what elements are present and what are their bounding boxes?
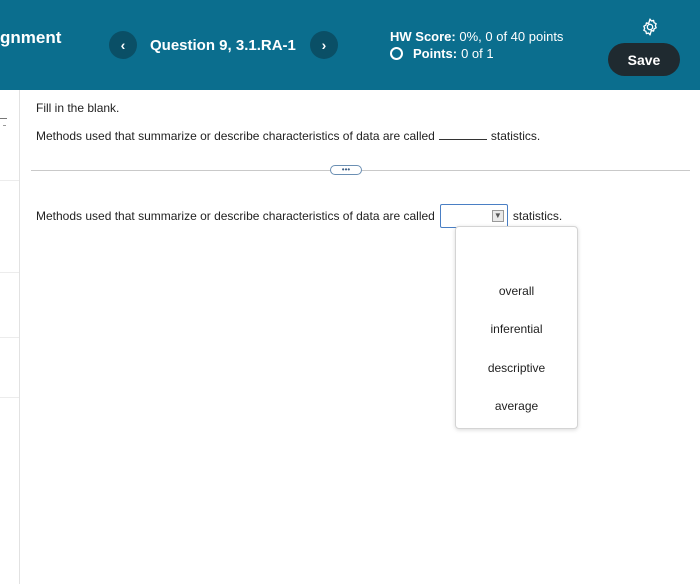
chevron-right-icon: ›	[321, 37, 327, 53]
rail-divider	[0, 272, 19, 273]
question-text-after: statistics.	[490, 129, 541, 143]
expand-more-button[interactable]: •••	[330, 165, 362, 175]
instruction-text: Fill in the blank.	[36, 101, 120, 115]
question-label: Question 9, 3.1.RA-1	[150, 37, 296, 54]
save-button[interactable]: Save	[608, 43, 680, 76]
previous-question-button[interactable]: ‹	[109, 31, 137, 59]
left-rail	[19, 90, 20, 584]
rail-divider	[0, 397, 19, 398]
top-bar: gnment ‹ Question 9, 3.1.RA-1 › HW Score…	[0, 0, 700, 90]
assignment-title: gnment	[0, 28, 62, 47]
points-label: Points:	[413, 46, 458, 61]
dropdown-option-overall[interactable]: overall	[456, 284, 577, 298]
gear-icon[interactable]	[640, 17, 660, 37]
collapse-handle-icon-part	[3, 125, 6, 126]
hw-score: HW Score: 0%, 0 of 40 points	[390, 29, 563, 44]
answer-text-before: Methods used that summarize or describe …	[36, 209, 435, 223]
dropdown-option-inferential[interactable]: inferential	[456, 322, 577, 336]
hw-score-label: HW Score:	[390, 29, 456, 44]
next-question-button[interactable]: ›	[310, 31, 338, 59]
dropdown-option-descriptive[interactable]: descriptive	[456, 361, 577, 375]
answer-text-after: statistics.	[512, 209, 563, 223]
points-circle-icon	[390, 47, 403, 60]
dropdown-menu: overall inferential descriptive average	[455, 226, 578, 429]
blank-line	[438, 129, 487, 140]
dropdown-option-average[interactable]: average	[456, 399, 577, 413]
answer-dropdown-select[interactable]: ▼	[439, 204, 508, 228]
chevron-left-icon: ‹	[120, 37, 126, 53]
rail-divider	[0, 180, 19, 181]
dropdown-arrow-icon: ▼	[491, 210, 504, 222]
hw-score-value: 0%, 0 of 40 points	[459, 29, 564, 44]
question-text: Methods used that summarize or describe …	[36, 129, 540, 143]
question-text-before: Methods used that summarize or describe …	[36, 129, 435, 143]
rail-divider	[0, 337, 19, 338]
answer-row: Methods used that summarize or describe …	[36, 204, 562, 228]
points: Points: 0 of 1	[390, 46, 494, 61]
points-value: 0 of 1	[461, 46, 494, 61]
collapse-handle-icon[interactable]	[0, 118, 7, 119]
